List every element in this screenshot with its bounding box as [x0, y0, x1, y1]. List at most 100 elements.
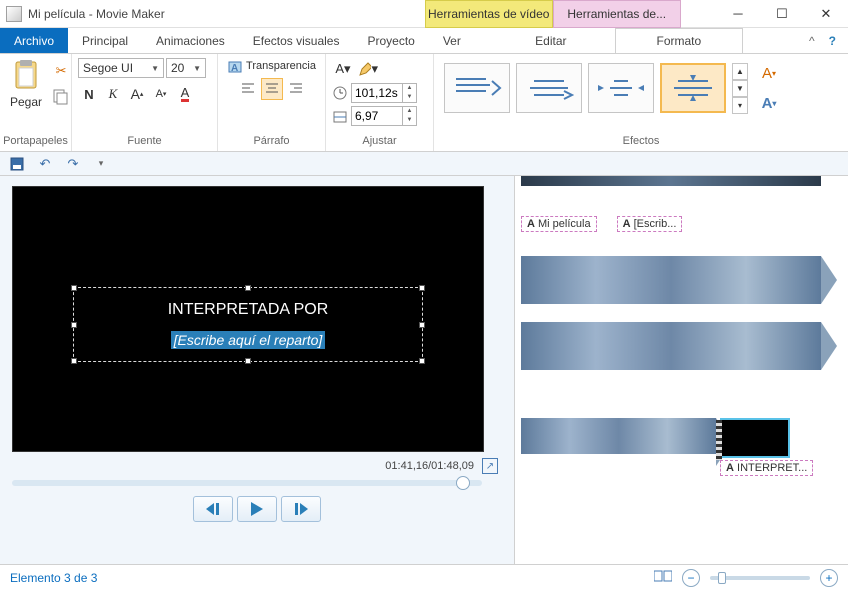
effect-scroll-4[interactable] — [660, 63, 726, 113]
duration-icon — [332, 108, 348, 124]
clipboard-group-label: Portapapeles — [0, 133, 71, 151]
context-tab-text[interactable]: Herramientas de... — [553, 0, 681, 28]
font-group-label: Fuente — [72, 133, 217, 151]
timeline-caption-2[interactable]: A [Escrib... — [617, 216, 683, 232]
quick-access-toolbar: ↶ ↷ ▾ — [0, 152, 848, 176]
effects-gallery-scroll[interactable]: ▲▼▾ — [732, 63, 748, 114]
status-text: Elemento 3 de 3 — [10, 571, 97, 585]
timeline-caption-1[interactable]: A Mi película — [521, 216, 597, 232]
zoom-in-button[interactable]: + — [820, 569, 838, 587]
context-tab-video[interactable]: Herramientas de vídeo — [425, 0, 553, 28]
effect-scroll-3[interactable] — [588, 63, 654, 113]
preview-pane: INTERPRETADA POR [Escribe aquí el repart… — [0, 176, 514, 564]
zoom-slider[interactable] — [710, 576, 810, 580]
paste-button[interactable]: Pegar — [6, 58, 46, 111]
copy-icon — [53, 89, 69, 105]
text-outline-button[interactable]: A▾ — [758, 62, 780, 84]
zoom-thumb[interactable] — [718, 572, 726, 584]
seek-bar[interactable] — [12, 480, 482, 486]
ribbon-group-font: Segoe UI▼ 20▼ N K A▴ A▾ A Fuente — [72, 54, 218, 151]
text-edit-box[interactable]: INTERPRETADA POR [Escribe aquí el repart… — [73, 287, 423, 362]
play-button[interactable] — [237, 496, 277, 522]
effects-group-label: Efectos — [434, 133, 848, 151]
font-family-combo[interactable]: Segoe UI▼ — [78, 58, 164, 78]
pencil-icon — [358, 61, 371, 77]
thumbnail-size-button[interactable] — [654, 569, 672, 586]
minimize-button[interactable]: ─ — [716, 0, 760, 28]
tab-edit[interactable]: Editar — [487, 28, 615, 53]
align-center-button[interactable] — [261, 78, 283, 100]
align-left-button[interactable] — [237, 78, 259, 100]
redo-button[interactable]: ↷ — [62, 153, 84, 175]
thumbnail-icon — [654, 569, 672, 583]
fullscreen-button[interactable]: ↗ — [482, 458, 498, 474]
start-time-spinner[interactable]: ▲▼ — [351, 83, 417, 103]
background-color-button[interactable]: A▾ — [332, 58, 354, 80]
edit-text-button[interactable]: ▾ — [357, 58, 379, 80]
tab-animations[interactable]: Animaciones — [142, 28, 239, 53]
seek-thumb[interactable] — [456, 476, 470, 490]
caption-placeholder[interactable]: [Escribe aquí el reparto] — [171, 331, 326, 349]
clock-icon — [332, 85, 348, 101]
effect-scroll-2[interactable] — [516, 63, 582, 113]
tab-visual-effects[interactable]: Efectos visuales — [239, 28, 354, 53]
caption-title: INTERPRETADA POR — [168, 301, 329, 319]
timeline-title-thumb[interactable] — [720, 418, 790, 458]
undo-button[interactable]: ↶ — [34, 153, 56, 175]
app-icon — [6, 6, 22, 22]
window-controls: ─ ☐ ✕ — [716, 0, 848, 28]
save-icon — [10, 157, 24, 171]
paste-label: Pegar — [10, 95, 42, 109]
save-button[interactable] — [6, 153, 28, 175]
ribbon-group-paragraph: A Transparencia Párrafo — [218, 54, 326, 151]
shrink-font-button[interactable]: A▾ — [150, 83, 172, 105]
transparency-button[interactable]: Transparencia — [246, 60, 316, 72]
bold-button[interactable]: N — [78, 83, 100, 105]
ribbon-collapse-icon[interactable]: ^ — [809, 34, 815, 48]
tab-view[interactable]: Ver — [429, 28, 475, 53]
time-display: 01:41,16/01:48,09 — [385, 460, 474, 472]
timeline-clip-3[interactable] — [521, 418, 716, 454]
ribbon-group-adjust: A▾ ▾ ▲▼ ▲▼ Ajustar — [326, 54, 434, 151]
align-right-button[interactable] — [285, 78, 307, 100]
cut-button[interactable]: ✂ — [50, 60, 72, 82]
transparency-icon: A — [227, 58, 243, 74]
statusbar: Elemento 3 de 3 − + — [0, 564, 848, 590]
effect-scroll-1[interactable] — [444, 63, 510, 113]
tab-file[interactable]: Archivo — [0, 28, 68, 53]
tab-project[interactable]: Proyecto — [353, 28, 428, 53]
grow-font-button[interactable]: A▴ — [126, 83, 148, 105]
adjust-group-label: Ajustar — [326, 133, 433, 151]
duration-spinner[interactable]: ▲▼ — [351, 106, 417, 126]
timeline-pane[interactable]: A Mi película A [Escrib... A INTERPRET..… — [514, 176, 848, 564]
timeline-clip-2[interactable] — [521, 322, 821, 370]
titlebar: Mi película - Movie Maker Herramientas d… — [0, 0, 848, 28]
preview-viewport[interactable]: INTERPRETADA POR [Escribe aquí el repart… — [12, 186, 484, 452]
window-title: Mi película - Movie Maker — [28, 7, 165, 21]
qat-customize-button[interactable]: ▾ — [90, 153, 112, 175]
text-effects-button[interactable]: A▾ — [758, 92, 780, 114]
help-icon[interactable]: ? — [829, 34, 836, 48]
context-tabs: Herramientas de vídeo Herramientas de... — [425, 0, 681, 28]
ribbon-group-effects: ▲▼▾ A▾ A▾ Efectos — [434, 54, 848, 151]
tab-home[interactable]: Principal — [68, 28, 142, 53]
close-button[interactable]: ✕ — [804, 0, 848, 28]
svg-text:A: A — [231, 63, 238, 74]
menubar: Archivo Principal Animaciones Efectos vi… — [0, 28, 848, 54]
menu-help-area: ^ ? — [797, 28, 848, 53]
copy-button[interactable] — [50, 86, 72, 108]
italic-button[interactable]: K — [102, 83, 124, 105]
tab-format[interactable]: Formato — [615, 28, 743, 53]
next-frame-button[interactable] — [281, 496, 321, 522]
font-color-button[interactable]: A — [174, 83, 196, 105]
ribbon: Pegar ✂ Portapapeles Segoe UI▼ 20▼ N K — [0, 54, 848, 152]
font-size-combo[interactable]: 20▼ — [166, 58, 206, 78]
zoom-out-button[interactable]: − — [682, 569, 700, 587]
paragraph-group-label: Párrafo — [218, 133, 325, 151]
timeline-clip-1[interactable] — [521, 256, 821, 304]
timeline-caption-3[interactable]: A INTERPRET... — [720, 460, 813, 476]
ribbon-group-clipboard: Pegar ✂ Portapapeles — [0, 54, 72, 151]
clipboard-icon — [12, 60, 40, 92]
prev-frame-button[interactable] — [193, 496, 233, 522]
maximize-button[interactable]: ☐ — [760, 0, 804, 28]
